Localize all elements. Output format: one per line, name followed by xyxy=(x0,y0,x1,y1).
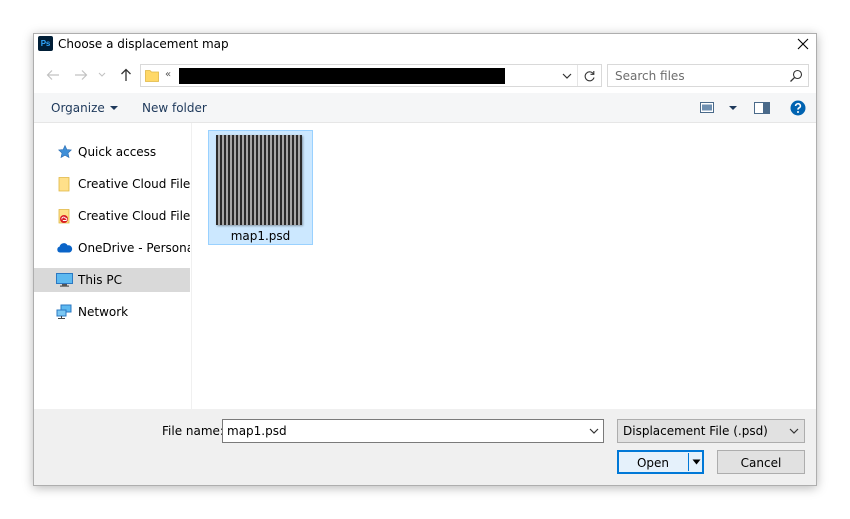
path-overflow-chevron[interactable]: « xyxy=(165,69,171,80)
organize-button[interactable]: Organize xyxy=(51,93,118,122)
up-button[interactable] xyxy=(117,66,135,84)
file-type-dropdown-button[interactable] xyxy=(787,425,801,437)
cancel-button[interactable]: Cancel xyxy=(717,450,805,474)
recent-locations-button[interactable] xyxy=(96,66,108,84)
open-button[interactable]: Open xyxy=(617,450,704,474)
view-options-button[interactable] xyxy=(724,93,737,122)
chevron-down-icon xyxy=(789,428,799,434)
close-icon xyxy=(797,38,809,50)
file-item-map1[interactable]: map1.psd xyxy=(208,130,313,245)
refresh-button[interactable] xyxy=(581,68,597,84)
search-box[interactable] xyxy=(607,64,809,87)
sidebar-item-creative-cloud-files-1[interactable]: Creative Cloud Files n xyxy=(34,172,190,196)
organize-label: Organize xyxy=(51,100,105,115)
chevron-down-icon xyxy=(98,72,106,77)
arrow-left-icon xyxy=(46,70,59,80)
sidebar-item-label: Quick access xyxy=(78,145,157,159)
preview-pane-button[interactable] xyxy=(754,93,770,122)
sidebar-item-creative-cloud-files-2[interactable]: Creative Cloud Files P xyxy=(34,204,190,228)
help-icon xyxy=(790,100,806,115)
caret-down-icon xyxy=(692,459,700,465)
arrow-right-icon xyxy=(75,70,88,80)
chevron-down-icon xyxy=(589,428,599,434)
sidebar-item-label: This PC xyxy=(78,273,122,287)
cloud-icon xyxy=(57,243,73,253)
sidebar-item-label: OneDrive - Personal xyxy=(78,241,190,255)
sidebar-item-quick-access[interactable]: Quick access xyxy=(34,140,190,164)
file-list: map1.psd xyxy=(193,123,816,409)
dialog-footer: File name: Displacement File (.psd) Open xyxy=(34,409,816,485)
refresh-icon xyxy=(584,70,595,81)
forward-button[interactable] xyxy=(72,66,90,84)
file-type-value: Displacement File (.psd) xyxy=(623,424,768,438)
file-name: map1.psd xyxy=(230,229,291,243)
address-divider xyxy=(577,65,578,86)
sidebar-item-this-pc[interactable]: This PC xyxy=(34,268,190,292)
caret-down-icon xyxy=(109,105,118,110)
search-icon xyxy=(790,69,803,82)
redacted-path xyxy=(179,68,505,84)
search-input[interactable] xyxy=(609,66,779,85)
help-button[interactable] xyxy=(790,93,806,122)
address-bar[interactable]: « xyxy=(140,64,602,87)
sidebar-item-label: Network xyxy=(78,305,129,319)
command-bar: Organize New folder xyxy=(34,93,816,123)
new-folder-label: New folder xyxy=(142,100,207,115)
close-button[interactable] xyxy=(792,34,814,54)
view-thumbnail-icon xyxy=(700,102,714,113)
cancel-label: Cancel xyxy=(740,456,782,470)
file-type-select[interactable]: Displacement File (.psd) xyxy=(617,419,805,443)
navigation-bar: « xyxy=(34,60,816,90)
file-name-input[interactable] xyxy=(224,421,579,441)
preview-pane-icon xyxy=(754,101,770,114)
monitor-icon xyxy=(56,273,73,287)
dialog-title: Choose a displacement map xyxy=(58,37,229,51)
new-folder-button[interactable]: New folder xyxy=(142,93,207,122)
sidebar-item-network[interactable]: Network xyxy=(34,300,190,324)
open-options-button[interactable] xyxy=(690,456,702,468)
navigation-pane: Quick access Creative Cloud Files n Crea… xyxy=(34,123,192,409)
caret-down-icon xyxy=(729,105,737,110)
photoshop-app-icon: Ps xyxy=(38,36,53,51)
open-split-divider xyxy=(688,453,689,471)
network-icon xyxy=(56,304,72,319)
file-name-dropdown-button[interactable] xyxy=(587,425,601,437)
file-name-label: File name: xyxy=(162,424,224,438)
star-pin-icon xyxy=(57,144,73,159)
open-label: Open xyxy=(636,456,670,470)
sidebar-item-label: Creative Cloud Files P xyxy=(78,209,190,223)
file-name-combobox[interactable] xyxy=(222,419,604,443)
folder-icon xyxy=(145,70,159,82)
back-button[interactable] xyxy=(44,66,62,84)
chevron-down-icon xyxy=(562,73,572,79)
change-view-button[interactable] xyxy=(700,93,714,122)
folder-icon xyxy=(58,177,70,192)
file-thumbnail xyxy=(216,135,302,225)
file-dialog: Ps Choose a displacement map « Search fi… xyxy=(33,33,817,486)
address-dropdown-button[interactable] xyxy=(559,69,575,83)
sidebar-item-label: Creative Cloud Files n xyxy=(78,177,190,191)
arrow-up-icon xyxy=(121,68,131,81)
creative-cloud-folder-icon xyxy=(58,209,70,224)
title-bar: Ps Choose a displacement map xyxy=(34,34,816,55)
sidebar-item-onedrive[interactable]: OneDrive - Personal xyxy=(34,236,190,260)
